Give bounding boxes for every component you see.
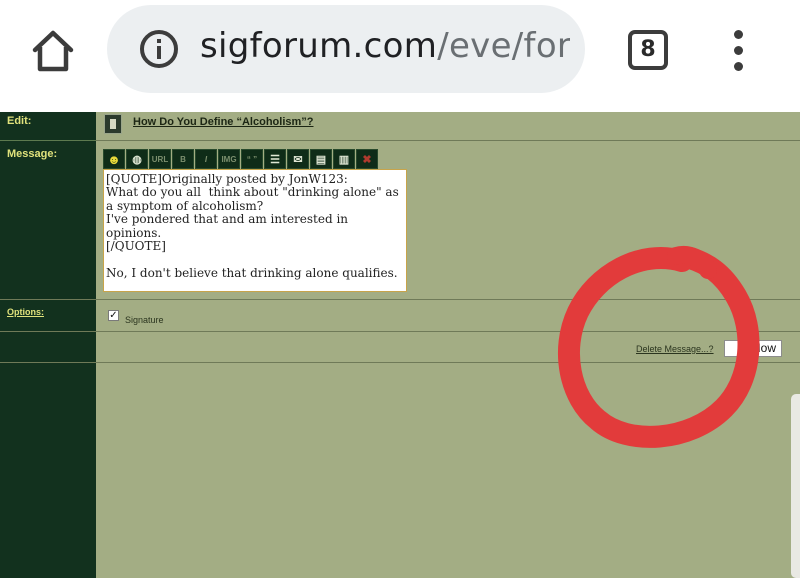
row-divider (0, 362, 800, 363)
delete-message-link[interactable]: Delete Message...? (636, 344, 714, 354)
url-host: sigforum.com (200, 26, 438, 66)
address-bar[interactable]: sigforum.com/eve/foru (107, 5, 585, 93)
edit-label: Edit: (7, 115, 32, 127)
home-icon[interactable] (30, 28, 76, 74)
browser-toolbar: sigforum.com/eve/foru 8 (0, 0, 800, 112)
smiley-icon[interactable]: ☻ (103, 149, 125, 169)
row-divider (0, 299, 800, 300)
options-label[interactable]: Options: (7, 307, 44, 317)
list-icon[interactable]: ☰ (264, 149, 286, 169)
scrollbar-thumb[interactable] (791, 394, 800, 578)
checkmark-icon: ✓ (109, 310, 118, 321)
url-text[interactable]: sigforum.com/eve/foru (200, 26, 570, 66)
info-icon[interactable] (139, 29, 179, 69)
spreadsheet-icon[interactable]: ▥ (333, 149, 355, 169)
forum-edit-page: Edit: How Do You Define “Alcoholism”? Me… (0, 112, 800, 578)
tab-switcher-button[interactable]: 8 (628, 30, 668, 70)
menu-dot (734, 30, 743, 39)
signature-checkbox[interactable]: ✓ (108, 310, 119, 321)
url-path: /eve/foru (437, 26, 570, 66)
italic-icon[interactable]: I (195, 149, 217, 169)
image-icon[interactable]: IMG (218, 149, 240, 169)
more-vert-icon[interactable] (728, 30, 748, 72)
signature-label: Signature (125, 315, 164, 325)
label-column (0, 112, 96, 578)
row-divider (0, 140, 800, 141)
cancel-icon[interactable]: ✖ (356, 149, 378, 169)
formatting-toolbar: ☻ ◍ URL B I IMG “ ” ☰ ✉ ▤ ▥ ✖ (103, 149, 378, 169)
menu-dot (734, 46, 743, 55)
quote-icon[interactable]: “ ” (241, 149, 263, 169)
row-divider (0, 331, 800, 332)
menu-dot (734, 62, 743, 71)
post-type-icon (104, 114, 122, 134)
message-label: Message: (7, 148, 58, 160)
tab-count: 8 (640, 37, 656, 62)
url-icon[interactable]: URL (149, 149, 171, 169)
row-divider (0, 140, 96, 141)
subject-link[interactable]: How Do You Define “Alcoholism”? (133, 116, 314, 128)
palette-icon[interactable]: ◍ (126, 149, 148, 169)
post-now-button[interactable]: Now (724, 340, 782, 357)
email-icon[interactable]: ✉ (287, 149, 309, 169)
message-textarea[interactable]: [QUOTE]Originally posted by JonW123: Wha… (103, 169, 407, 292)
bold-icon[interactable]: B (172, 149, 194, 169)
code-icon[interactable]: ▤ (310, 149, 332, 169)
